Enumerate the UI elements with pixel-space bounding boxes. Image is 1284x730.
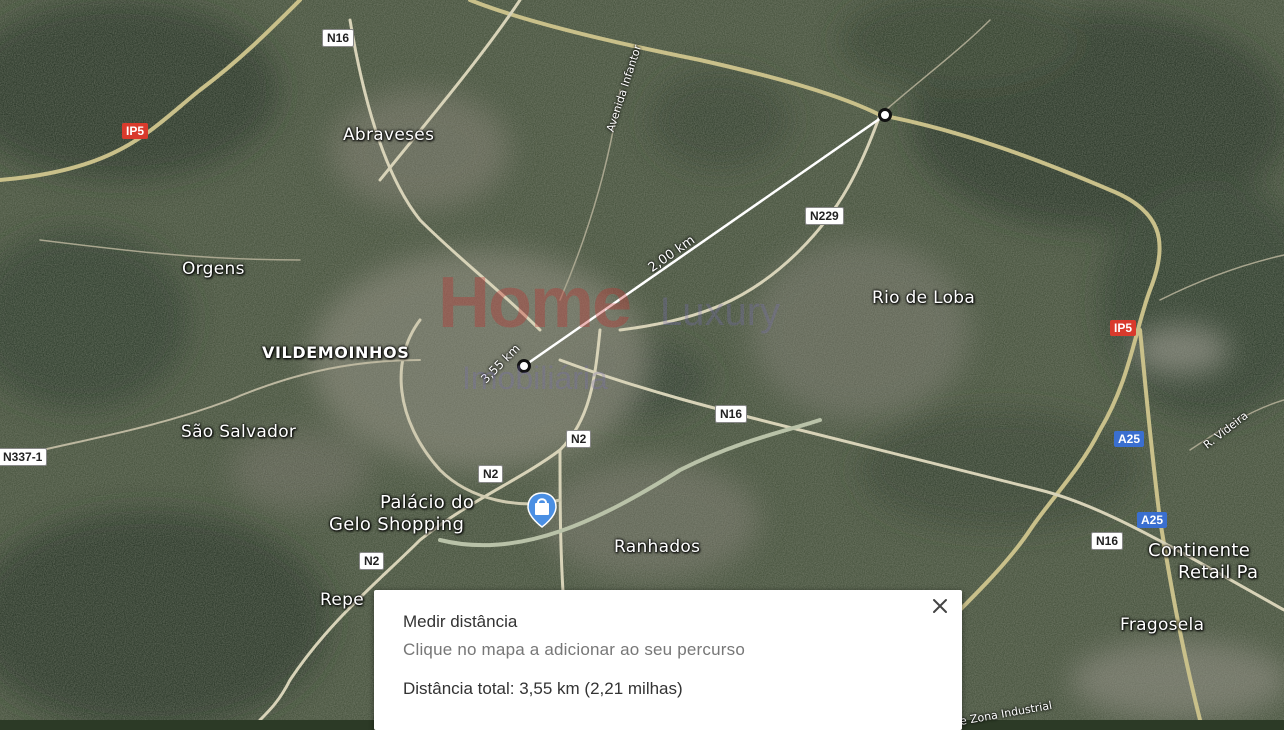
road-shield-ip5: IP5 bbox=[1110, 320, 1137, 336]
place-vildemoinhos[interactable]: VILDEMOINHOS bbox=[262, 343, 409, 362]
measure-end-point[interactable] bbox=[878, 108, 892, 122]
place-palacio-line1[interactable]: Palácio do bbox=[380, 492, 474, 513]
place-rio-de-loba[interactable]: Rio de Loba bbox=[872, 288, 975, 308]
road-shield-n2: N2 bbox=[478, 465, 504, 483]
road-shield-n16: N16 bbox=[322, 29, 355, 47]
place-abraveses[interactable]: Abraveses bbox=[343, 125, 434, 145]
close-icon[interactable] bbox=[928, 594, 952, 618]
road-shield-n2: N2 bbox=[566, 430, 592, 448]
road-shield-ip5: IP5 bbox=[122, 123, 149, 139]
place-palacio-line2[interactable]: Gelo Shopping bbox=[329, 514, 464, 535]
panel-hint: Clique no mapa a adicionar ao seu percur… bbox=[403, 640, 745, 659]
measure-distance-panel: Medir distância Clique no mapa a adicion… bbox=[374, 590, 962, 730]
road-shield-n337: N337-1 bbox=[0, 448, 48, 466]
panel-title: Medir distância bbox=[403, 612, 518, 631]
shopping-bag-pin-icon[interactable] bbox=[526, 492, 558, 528]
road-shield-n2: N2 bbox=[359, 552, 385, 570]
place-sao-salvador[interactable]: São Salvador bbox=[181, 422, 296, 442]
road-shield-n229: N229 bbox=[805, 207, 844, 225]
place-continente-line1[interactable]: Continente bbox=[1148, 540, 1250, 561]
road-shield-n16: N16 bbox=[715, 405, 748, 423]
place-orgens[interactable]: Orgens bbox=[182, 259, 245, 279]
road-shield-a25: A25 bbox=[1114, 431, 1145, 447]
place-ranhados[interactable]: Ranhados bbox=[614, 537, 700, 557]
road-shield-n16: N16 bbox=[1091, 532, 1124, 550]
place-continente-line2[interactable]: Retail Pa bbox=[1178, 562, 1258, 583]
total-distance: Distância total: 3,55 km (2,21 milhas) bbox=[403, 679, 683, 698]
road-shield-a25: A25 bbox=[1137, 512, 1168, 528]
measure-start-point[interactable] bbox=[517, 359, 531, 373]
place-repe[interactable]: Repe bbox=[320, 590, 364, 610]
place-fragosela[interactable]: Fragosela bbox=[1120, 615, 1204, 635]
